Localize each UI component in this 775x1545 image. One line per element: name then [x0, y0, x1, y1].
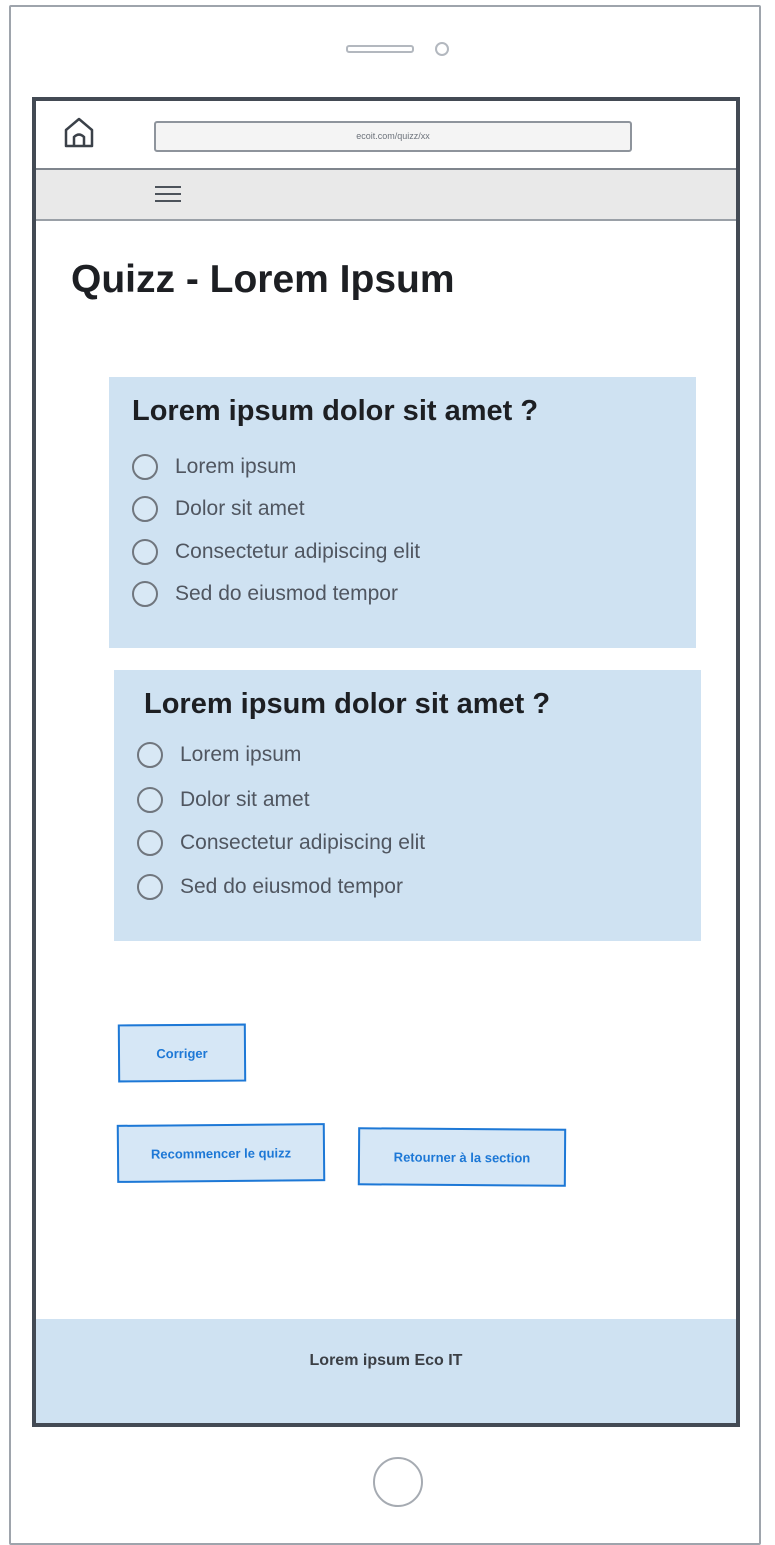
question-card-2: Lorem ipsum dolor sit amet ? Lorem ipsum… — [114, 670, 701, 941]
radio-button-unchecked-icon[interactable] — [132, 539, 158, 565]
footer-text: Lorem ipsum Eco IT — [309, 1352, 463, 1369]
home-icon[interactable] — [62, 116, 96, 150]
radio-button-unchecked-icon[interactable] — [132, 581, 158, 607]
answer-label: Sed do eiusmod tempor — [175, 582, 398, 605]
question-text: Lorem ipsum dolor sit amet ? — [144, 688, 551, 720]
url-bar[interactable]: ecoit.com/quizz/xx — [154, 121, 632, 152]
back-to-section-button[interactable]: Retourner à la section — [357, 1127, 567, 1187]
answer-label: Consectetur adipiscing elit — [180, 831, 426, 854]
speaker-grille — [346, 45, 414, 53]
answer-option[interactable]: Sed do eiusmod tempor — [132, 579, 398, 609]
answer-option[interactable]: Dolor sit amet — [132, 494, 305, 524]
answer-option[interactable]: Dolor sit amet — [137, 785, 310, 815]
radio-button-unchecked-icon[interactable] — [132, 454, 158, 480]
phone-frame: ecoit.com/quizz/xx Quizz - Lorem Ipsum L… — [9, 5, 761, 1545]
radio-button-unchecked-icon[interactable] — [137, 830, 163, 856]
answer-option[interactable]: Consectetur adipiscing elit — [137, 828, 425, 858]
answer-label: Consectetur adipiscing elit — [175, 540, 421, 563]
answer-label: Dolor sit amet — [180, 788, 310, 811]
question-card-1: Lorem ipsum dolor sit amet ? Lorem ipsum… — [109, 377, 696, 648]
page-title: Quizz - Lorem Ipsum — [71, 258, 455, 301]
answer-option[interactable]: Consectetur adipiscing elit — [132, 537, 420, 567]
phone-screen: ecoit.com/quizz/xx Quizz - Lorem Ipsum L… — [32, 97, 740, 1427]
answer-label: Sed do eiusmod tempor — [180, 875, 403, 898]
correct-button[interactable]: Corriger — [117, 1023, 247, 1083]
answer-option[interactable]: Sed do eiusmod tempor — [137, 872, 403, 902]
question-text: Lorem ipsum dolor sit amet ? — [132, 395, 539, 427]
browser-bar: ecoit.com/quizz/xx — [36, 101, 736, 167]
front-camera — [435, 42, 449, 56]
answer-label: Dolor sit amet — [175, 497, 305, 520]
radio-button-unchecked-icon[interactable] — [137, 742, 163, 768]
radio-button-unchecked-icon[interactable] — [137, 874, 163, 900]
answer-option[interactable]: Lorem ipsum — [132, 452, 296, 482]
answer-label: Lorem ipsum — [180, 743, 302, 766]
radio-button-unchecked-icon[interactable] — [137, 787, 163, 813]
radio-button-unchecked-icon[interactable] — [132, 496, 158, 522]
answer-option[interactable]: Lorem ipsum — [137, 740, 301, 770]
device-home-button[interactable] — [373, 1457, 423, 1507]
answer-label: Lorem ipsum — [175, 455, 297, 478]
footer: Lorem ipsum Eco IT — [36, 1319, 736, 1423]
nav-bar — [36, 168, 736, 221]
restart-quiz-button[interactable]: Recommencer le quizz — [116, 1123, 326, 1183]
hamburger-menu-icon[interactable] — [155, 184, 181, 204]
